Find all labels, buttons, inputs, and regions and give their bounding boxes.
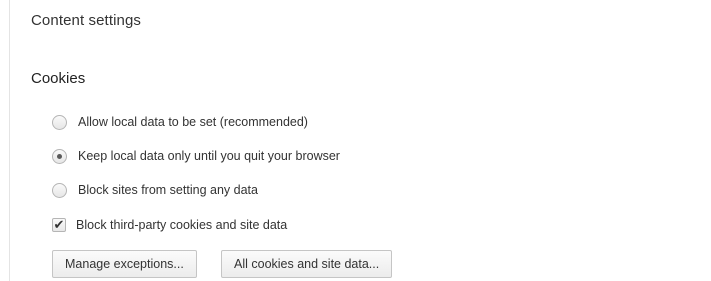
all-cookies-and-site-data-button[interactable]: All cookies and site data... — [221, 250, 393, 278]
checkbox[interactable]: ✔ — [52, 218, 66, 232]
radio-option-label: Allow local data to be set (recommended) — [78, 115, 308, 129]
cookies-section-heading: Cookies — [31, 70, 86, 87]
checkbox-option-block-third-party[interactable]: ✔ Block third-party cookies and site dat… — [52, 215, 287, 235]
left-divider — [9, 0, 10, 281]
radio-option-allow-local-data[interactable]: Allow local data to be set (recommended) — [52, 112, 308, 132]
page-title: Content settings — [31, 12, 141, 29]
radio-option-keep-until-quit[interactable]: Keep local data only until you quit your… — [52, 146, 340, 166]
radio-button[interactable] — [52, 114, 67, 130]
manage-exceptions-button[interactable]: Manage exceptions... — [52, 250, 197, 278]
radio-button-selected[interactable] — [52, 148, 67, 164]
checkmark-icon: ✔ — [53, 217, 65, 232]
radio-option-label: Block sites from setting any data — [78, 183, 258, 197]
radio-option-block-all-data[interactable]: Block sites from setting any data — [52, 180, 258, 200]
radio-option-label: Keep local data only until you quit your… — [78, 149, 340, 163]
checkbox-label: Block third-party cookies and site data — [76, 218, 288, 232]
radio-button[interactable] — [52, 182, 67, 198]
